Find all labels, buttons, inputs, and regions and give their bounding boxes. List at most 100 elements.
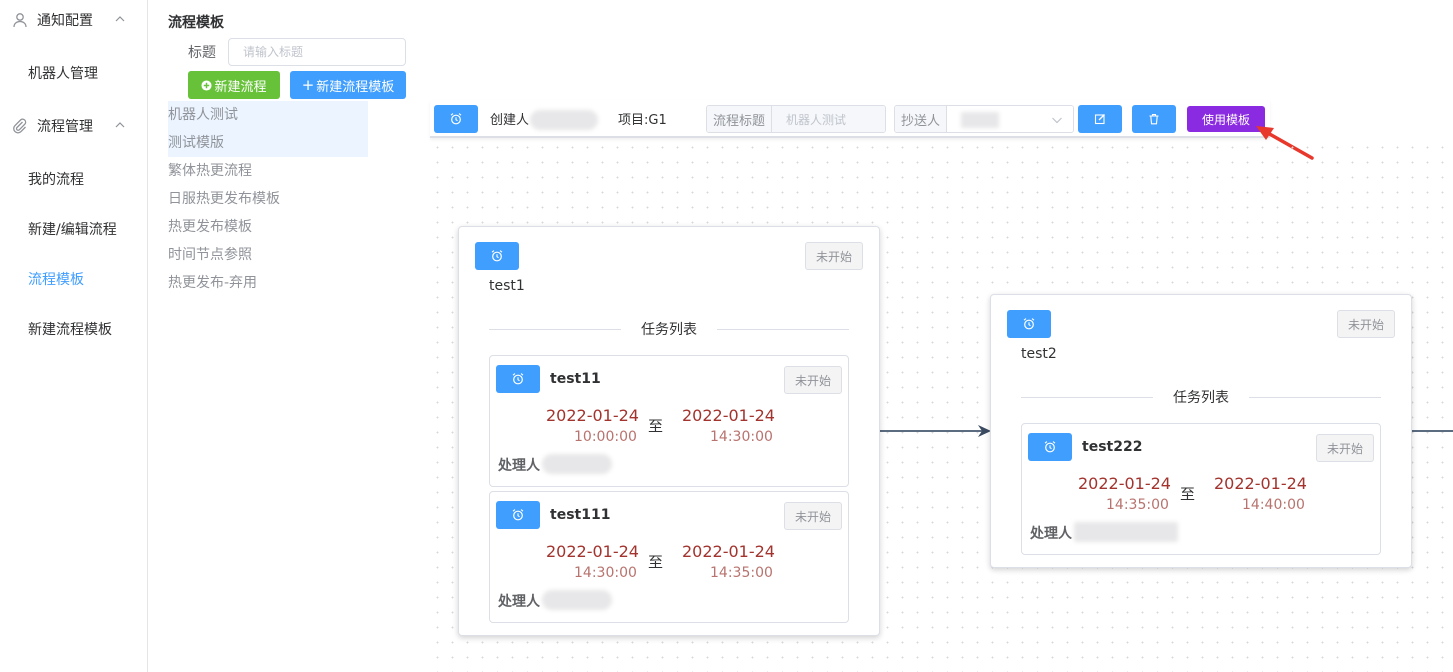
- new-template-button[interactable]: + 新建流程模板: [290, 71, 406, 99]
- nav-item-my-flows[interactable]: 我的流程: [0, 159, 147, 199]
- trash-icon: [1149, 114, 1159, 125]
- nav-item-label: 新建流程模板: [28, 322, 112, 338]
- end-time: 14:40:00: [1242, 497, 1305, 513]
- end-time: 14:30:00: [710, 429, 773, 445]
- nav-item-robot-manage[interactable]: 机器人管理: [0, 53, 147, 93]
- nav-item-label: 我的流程: [28, 172, 84, 188]
- task-card[interactable]: test11 未开始 2022-01-24 10:00:00 至 2022-01…: [489, 355, 849, 487]
- owner-label: 处理人: [498, 594, 540, 610]
- node-name: test1: [489, 278, 525, 294]
- start-time: 14:35:00: [1106, 497, 1169, 513]
- node-name: test2: [1021, 346, 1057, 362]
- nav-group-label: 流程管理: [37, 119, 93, 135]
- task-list-divider: 任务列表: [1021, 387, 1381, 407]
- chevron-up-icon: [115, 16, 125, 22]
- status-badge: 未开始: [1337, 310, 1395, 338]
- edit-button[interactable]: [1078, 105, 1122, 133]
- template-list: 机器人测试 测试模版 繁体热更流程 日服热更发布模板 热更发布模板 时间节点参照…: [168, 101, 368, 297]
- task-list-divider: 任务列表: [489, 319, 849, 339]
- start-date: 2022-01-24: [546, 542, 639, 561]
- new-flow-label: 新建流程: [214, 79, 267, 95]
- template-list-item[interactable]: 热更发布模板: [168, 213, 368, 241]
- end-date: 2022-01-24: [682, 542, 775, 561]
- task-list-label: 任务列表: [1173, 390, 1229, 406]
- alarm-clock-icon: [512, 509, 524, 521]
- owner-label: 处理人: [1030, 526, 1072, 542]
- nav-item-new-template[interactable]: 新建流程模板: [0, 309, 147, 349]
- plus-circle-icon: [201, 79, 213, 91]
- nav-item-edit-flow[interactable]: 新建/编辑流程: [0, 209, 147, 249]
- task-alarm-button[interactable]: [496, 365, 540, 393]
- status-badge: 未开始: [784, 502, 842, 530]
- alarm-clock-icon: [1044, 441, 1056, 453]
- edit-icon: [1094, 114, 1105, 125]
- flow-title-label: 流程标题: [707, 106, 773, 132]
- node-alarm-button[interactable]: [475, 242, 519, 270]
- owner-avatar-blurred: [542, 590, 612, 610]
- new-flow-button[interactable]: 新建流程: [188, 71, 280, 99]
- new-template-label: 新建流程模板: [316, 79, 395, 95]
- owner-avatar-blurred: [542, 454, 612, 474]
- start-time: 14:30:00: [574, 565, 637, 581]
- title-filter-label: 标题: [188, 45, 216, 61]
- alarm-clock-icon: [512, 373, 524, 385]
- template-list-item[interactable]: 测试模版: [168, 129, 368, 157]
- nav-item-label: 机器人管理: [28, 66, 98, 82]
- start-time: 10:00:00: [574, 429, 637, 445]
- start-date: 2022-01-24: [546, 406, 639, 425]
- use-template-label: 使用模板: [1201, 112, 1250, 127]
- owner-avatar-blurred: [1074, 522, 1178, 542]
- side-nav: 通知配置 机器人管理 流程管理 我的流程 新建/编辑流程 流程模板 新建流程模板: [0, 0, 148, 672]
- status-badge: 未开始: [784, 366, 842, 394]
- template-list-item[interactable]: 机器人测试: [168, 101, 368, 129]
- flow-title-value: 机器人测试: [772, 106, 885, 132]
- nav-group-flow[interactable]: 流程管理: [0, 106, 147, 146]
- task-name: test222: [1082, 439, 1143, 455]
- flow-edge: [1411, 430, 1453, 432]
- flow-edge: [879, 430, 983, 432]
- node-alarm-button[interactable]: [1007, 310, 1051, 338]
- nav-item-label: 流程模板: [28, 272, 84, 288]
- status-badge: 未开始: [1316, 434, 1374, 462]
- creator-label: 创建人: [490, 113, 530, 128]
- start-date: 2022-01-24: [1078, 474, 1171, 493]
- chevron-down-icon: [1052, 117, 1062, 124]
- end-date: 2022-01-24: [682, 406, 775, 425]
- status-badge: 未开始: [805, 242, 863, 270]
- owner-label: 处理人: [498, 458, 540, 474]
- title-search-input[interactable]: [228, 38, 406, 66]
- template-list-item[interactable]: 热更发布-弃用: [168, 269, 368, 297]
- range-separator: 至: [1180, 485, 1196, 503]
- template-list-item[interactable]: 时间节点参照: [168, 241, 368, 269]
- flow-node[interactable]: 未开始 test2 任务列表 test222 未开始 2022-01-24 14…: [990, 294, 1412, 568]
- range-separator: 至: [648, 553, 664, 571]
- task-card[interactable]: test222 未开始 2022-01-24 14:35:00 至 2022-0…: [1021, 423, 1381, 555]
- alarm-clock-icon: [491, 250, 503, 262]
- user-icon: [13, 13, 27, 28]
- nav-group-notify[interactable]: 通知配置: [0, 0, 147, 40]
- flow-title-field[interactable]: 流程标题 机器人测试: [706, 105, 886, 133]
- task-alarm-button[interactable]: [496, 501, 540, 529]
- nav-item-flow-templates[interactable]: 流程模板: [0, 259, 147, 299]
- nav-item-label: 新建/编辑流程: [28, 222, 117, 238]
- end-time: 14:35:00: [710, 565, 773, 581]
- cc-select-value: [947, 106, 1073, 132]
- creator-avatar-blurred: [530, 110, 598, 130]
- task-name: test111: [550, 507, 611, 523]
- project-label: 项目:G1: [618, 113, 667, 128]
- template-list-item[interactable]: 日服热更发布模板: [168, 185, 368, 213]
- end-date: 2022-01-24: [1214, 474, 1307, 493]
- task-list-label: 任务列表: [641, 322, 697, 338]
- delete-button[interactable]: [1132, 105, 1176, 133]
- chevron-up-icon: [115, 122, 125, 128]
- template-list-item[interactable]: 繁体热更流程: [168, 157, 368, 185]
- alarm-button[interactable]: [434, 105, 478, 133]
- task-alarm-button[interactable]: [1028, 433, 1072, 461]
- flow-node[interactable]: 未开始 test1 任务列表 test11 未开始 2022-01-24 10:…: [458, 226, 880, 636]
- paperclip-icon: [13, 118, 27, 134]
- page-title: 流程模板: [168, 15, 224, 31]
- cc-select[interactable]: 抄送人: [894, 105, 1074, 133]
- task-card[interactable]: test111 未开始 2022-01-24 14:30:00 至 2022-0…: [489, 491, 849, 623]
- alarm-clock-icon: [1023, 318, 1035, 330]
- task-name: test11: [550, 371, 601, 387]
